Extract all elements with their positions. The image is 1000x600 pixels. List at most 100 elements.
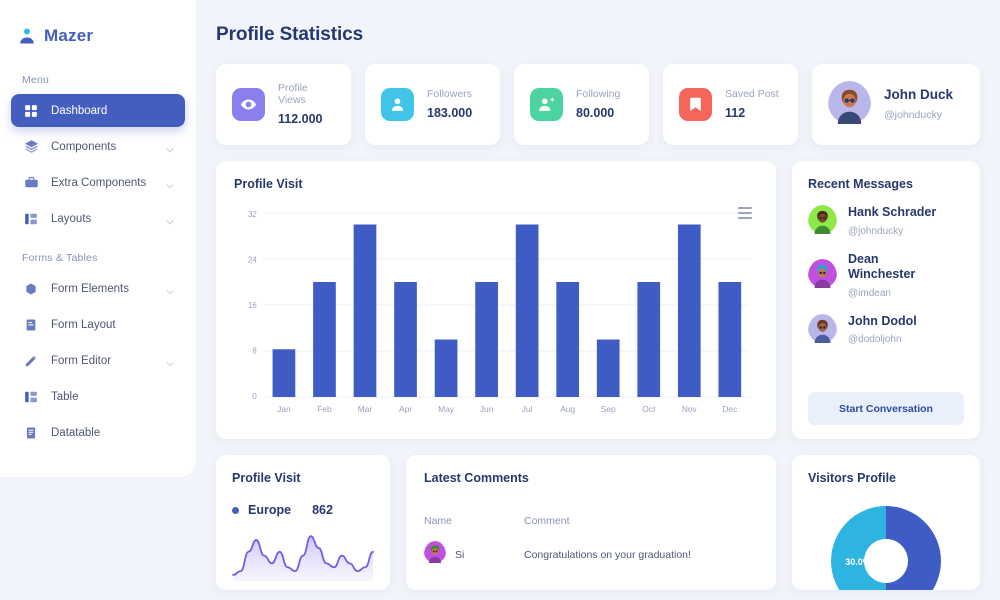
bar-chart[interactable]: 0 8 16 24 32 Jan Feb Mar Apr May Jun Jul Aug Sep Oct No… (234, 199, 758, 427)
briefcase-icon (22, 174, 40, 192)
sidebar-item-label: Form Editor (51, 354, 112, 367)
stat-label: Followers (427, 87, 472, 100)
list-item[interactable]: Dean Winchester @imdean (808, 252, 964, 301)
profile-visit-chart-card: Profile Visit 0 8 16 24 32 Jan Feb Mar Apr May Jun… (216, 161, 776, 439)
recent-messages-card: Recent Messages Hank Schrader @johnducky (792, 161, 980, 439)
sidebar-item-extra-components[interactable]: Extra Components (11, 166, 185, 199)
page-title: Profile Statistics (216, 24, 364, 45)
comment-username: Si (455, 548, 465, 561)
legend-label: Europe (248, 503, 292, 517)
sidebar-item-layouts[interactable]: Layouts (11, 202, 185, 235)
svg-text:Dec: Dec (722, 404, 737, 414)
svg-text:Jun: Jun (480, 404, 494, 414)
stat-text: Profile Views 112.000 (278, 82, 335, 128)
card-title: Profile Visit (234, 177, 303, 191)
svg-text:0: 0 (252, 392, 257, 401)
sidebar-item-label: Dashboard (51, 104, 108, 117)
brand-logo[interactable]: Mazer (0, 0, 196, 46)
message-handle: @dodoljohn (848, 334, 902, 346)
donut-chart[interactable]: 30.0% (824, 499, 948, 590)
svg-text:Aug: Aug (560, 404, 575, 414)
stat-card-saved-post[interactable]: Saved Post 112 (663, 64, 798, 145)
dashboard-app: Mazer Menu Dashboard Components Extra Co… (0, 0, 1000, 600)
sidebar-item-dashboard[interactable]: Dashboard (11, 94, 185, 127)
sidebar-item-datatable[interactable]: Datatable (11, 416, 185, 449)
profile-handle: @johnducky (884, 108, 942, 121)
chevron-down-icon (165, 284, 175, 294)
sidebar-item-label: Components (51, 140, 117, 153)
svg-text:24: 24 (248, 256, 257, 265)
layers-icon (22, 138, 40, 156)
sidebar-item-form-elements[interactable]: Form Elements (11, 272, 185, 305)
sidebar-item-table[interactable]: Table (11, 380, 185, 413)
latest-comments-card: Latest Comments Name Comment Si Congratu… (406, 455, 776, 590)
bottom-row: Profile Visit Europe 862 Latest Comments… (216, 455, 980, 590)
sidebar-item-label: Datatable (51, 426, 101, 439)
sidebar-menu: Menu Dashboard Components Extra Componen… (0, 46, 196, 449)
stat-label: Following (576, 87, 621, 100)
avatar (424, 541, 446, 568)
sidebar-item-label: Extra Components (51, 176, 147, 189)
svg-text:Mar: Mar (358, 404, 373, 414)
message-text: John Dodol @dodoljohn (848, 314, 917, 347)
sidebar-item-label: Layouts (51, 212, 92, 225)
message-text: Hank Schrader @johnducky (848, 205, 936, 238)
stats-row: Profile Views 112.000 Followers 183.000 (216, 64, 980, 145)
profile-text: John Duck @johnducky (884, 87, 953, 123)
user-icon (381, 88, 414, 121)
stat-card-followers[interactable]: Followers 183.000 (365, 64, 500, 145)
profile-card[interactable]: John Duck @johnducky (812, 64, 980, 145)
chevron-down-icon (165, 356, 175, 366)
svg-text:32: 32 (248, 210, 257, 219)
stat-text: Saved Post 112 (725, 88, 779, 122)
message-handle: @johnducky (848, 225, 904, 237)
user-avatar-icon (18, 27, 36, 45)
pencil-icon (22, 352, 40, 370)
hexagon-icon (22, 280, 40, 298)
stat-text: Following 80.000 (576, 88, 620, 122)
svg-text:Feb: Feb (317, 404, 332, 414)
sidebar-item-form-layout[interactable]: Form Layout (11, 308, 185, 341)
svg-text:8: 8 (252, 347, 257, 356)
bar-chart-labels: 0 8 16 24 32 Jan Feb Mar Apr May Jun Jul Aug Sep Oct No… (248, 210, 737, 414)
legend-value: 862 (312, 503, 333, 517)
sidebar-section-menu-label: Menu (22, 74, 50, 86)
avatar (808, 313, 837, 348)
sidebar-item-label: Table (51, 390, 79, 403)
donut-chart-svg: 30.0% (831, 506, 941, 590)
svg-text:Oct: Oct (642, 404, 656, 414)
user-plus-icon (530, 88, 563, 121)
table-header-row: Name Comment (424, 515, 758, 527)
card-title: Profile Visit (232, 471, 301, 485)
table-row[interactable]: Si Congratulations on your graduation! (424, 541, 758, 568)
svg-text:Jan: Jan (277, 404, 291, 414)
profile-name: John Duck (884, 86, 954, 102)
stat-card-following[interactable]: Following 80.000 (514, 64, 649, 145)
sidebar-item-form-editor[interactable]: Form Editor (11, 344, 185, 377)
list-item[interactable]: Hank Schrader @johnducky (808, 205, 964, 239)
avatar (828, 80, 871, 129)
start-conversation-button[interactable]: Start Conversation (808, 392, 964, 425)
sidebar-item-components[interactable]: Components (11, 130, 185, 163)
area-sparkline-chart (232, 535, 374, 581)
columns-icon (22, 210, 40, 228)
message-text: Dean Winchester @imdean (848, 252, 940, 301)
card-title: Latest Comments (424, 471, 529, 485)
comment-user: Si (424, 541, 524, 568)
brand-name: Mazer (44, 26, 94, 45)
chevron-down-icon (165, 178, 175, 188)
profile-visit-region-card: Profile Visit Europe 862 (216, 455, 390, 590)
sidebar-section-forms-label: Forms & Tables (22, 252, 98, 264)
stat-card-profile-views[interactable]: Profile Views 112.000 (216, 64, 351, 145)
file-text-icon (22, 316, 40, 334)
stat-value: 112.000 (278, 111, 323, 126)
column-header-comment: Comment (524, 515, 570, 527)
list-item[interactable]: John Dodol @dodoljohn (808, 313, 964, 348)
grid-icon (22, 102, 40, 120)
svg-text:May: May (438, 404, 455, 414)
messages-list: Hank Schrader @johnducky Dean Winchester… (808, 205, 964, 392)
svg-text:Jul: Jul (522, 404, 533, 414)
bookmark-icon (679, 88, 712, 121)
stat-value: 183.000 (427, 105, 473, 120)
card-title: Visitors Profile (808, 471, 896, 485)
